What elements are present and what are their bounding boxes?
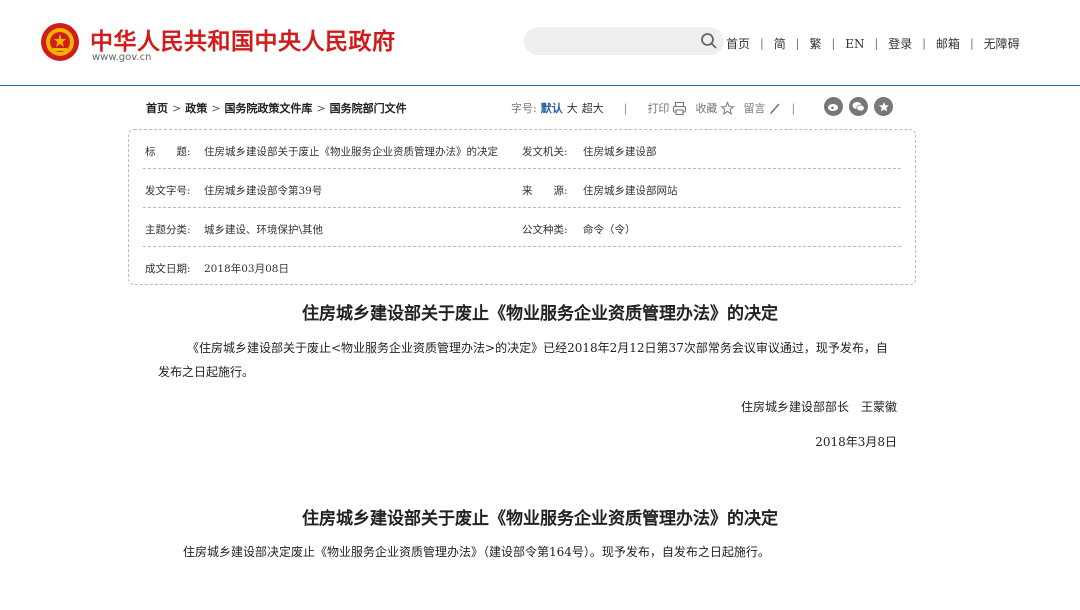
info-row: 主题分类: 城乡建设、环境保护\其他 公文种类: 命令（令） <box>143 208 901 247</box>
issuer-label: 发文机关: <box>522 146 568 158</box>
print-button[interactable]: 打印 <box>647 100 669 116</box>
nav-separator: | <box>831 37 836 50</box>
breadcrumb-home[interactable]: 首页 <box>146 102 168 115</box>
article-title: 住房城乡建设部关于废止《物业服务企业资质管理办法》的决定 <box>302 509 778 529</box>
nav-separator: | <box>795 37 800 50</box>
signature-date: 2018年3月8日 <box>815 435 897 449</box>
article-tools: 字号: 默认 大 超大 | 打印 收藏 留言 | <box>511 100 801 116</box>
font-size-xlarge[interactable]: 超大 <box>582 100 604 116</box>
article-body: 《住房城乡建设部关于废止<物业服务企业资质管理办法>的决定》已经2018年2月1… <box>187 341 888 355</box>
topic-label: 主题分类: <box>145 224 191 236</box>
favorite-button[interactable]: 收藏 <box>695 100 717 116</box>
topic-value: 城乡建设、环境保护\其他 <box>204 224 324 236</box>
tools-separator: | <box>791 101 796 115</box>
site-url: www.gov.cn <box>92 52 152 63</box>
nav-english[interactable]: EN <box>843 37 866 51</box>
article-body: 住房城乡建设部决定废止《物业服务企业资质管理办法》（建设部令第164号）。现予发… <box>183 545 770 559</box>
docno-value: 住房城乡建设部令第39号 <box>204 185 323 197</box>
doctype-label: 公文种类: <box>522 224 568 236</box>
title-value: 住房城乡建设部关于废止《物业服务企业资质管理办法》的决定 <box>204 146 498 158</box>
nav-accessibility[interactable]: 无障碍 <box>982 35 1022 52</box>
pencil-icon[interactable] <box>768 101 783 116</box>
breadcrumb-policy[interactable]: 政策 <box>185 102 207 115</box>
date-label: 成文日期: <box>145 263 191 275</box>
info-row: 发文字号: 住房城乡建设部令第39号 来 源: 住房城乡建设部网站 <box>143 169 901 208</box>
qzone-share-icon[interactable] <box>874 97 893 116</box>
nav-traditional[interactable]: 繁 <box>807 35 823 52</box>
breadcrumb-separator: > <box>172 102 182 115</box>
weibo-share-icon[interactable] <box>824 97 843 116</box>
wechat-share-icon[interactable] <box>849 97 868 116</box>
nav-login[interactable]: 登录 <box>886 35 914 52</box>
source-value: 住房城乡建设部网站 <box>583 185 678 197</box>
tools-separator: | <box>623 101 628 115</box>
breadcrumb: 首页 > 政策 > 国务院政策文件库 > 国务院部门文件 <box>146 100 407 116</box>
site-name[interactable]: 中华人民共和国中央人民政府 <box>90 22 396 56</box>
doctype-value: 命令（令） <box>583 224 636 236</box>
nav-separator: | <box>760 37 764 50</box>
article-body-continued: 发布之日起施行。 <box>158 365 255 379</box>
signature: 住房城乡建设部部长 王蒙徽 <box>740 400 897 414</box>
star-icon[interactable] <box>720 100 736 116</box>
info-row: 标 题: 住房城乡建设部关于废止《物业服务企业资质管理办法》的决定 发文机关: … <box>143 130 901 169</box>
font-size-label: 字号: <box>511 102 537 115</box>
nav-separator: | <box>969 37 974 50</box>
nav-mail[interactable]: 邮箱 <box>934 35 962 52</box>
share-buttons <box>824 97 893 116</box>
comment-button[interactable]: 留言 <box>743 100 765 116</box>
article-title: 住房城乡建设部关于废止《物业服务企业资质管理办法》的决定 <box>302 304 778 324</box>
search-icon[interactable] <box>700 32 718 50</box>
nav-simplified[interactable]: 简 <box>772 35 788 52</box>
docno-label: 发文字号: <box>145 185 191 197</box>
nav-separator: | <box>874 37 879 50</box>
font-size-default[interactable]: 默认 <box>541 100 563 116</box>
issuer-value: 住房城乡建设部 <box>583 146 657 158</box>
search-input[interactable] <box>524 27 724 55</box>
date-value: 2018年03月08日 <box>204 263 289 275</box>
site-header: 中华人民共和国中央人民政府 www.gov.cn 首页 | 简 | 繁 | EN… <box>0 0 1080 86</box>
info-row: 成文日期: 2018年03月08日 <box>143 247 901 286</box>
breadcrumb-department-docs[interactable]: 国务院部门文件 <box>330 102 407 115</box>
print-icon[interactable] <box>672 101 687 116</box>
top-nav: 首页 | 简 | 繁 | EN | 登录 | 邮箱 | 无障碍 <box>724 35 1022 52</box>
national-emblem-icon[interactable] <box>40 22 80 62</box>
font-size-large[interactable]: 大 <box>567 100 578 116</box>
title-label: 标 题: <box>145 146 191 158</box>
breadcrumb-separator: > <box>316 102 326 115</box>
source-label: 来 源: <box>522 185 568 197</box>
nav-separator: | <box>922 37 926 50</box>
breadcrumb-policy-library[interactable]: 国务院政策文件库 <box>224 102 312 115</box>
breadcrumb-separator: > <box>211 102 221 115</box>
document-info-table: 标 题: 住房城乡建设部关于废止《物业服务企业资质管理办法》的决定 发文机关: … <box>128 129 916 285</box>
nav-home[interactable]: 首页 <box>724 35 752 52</box>
